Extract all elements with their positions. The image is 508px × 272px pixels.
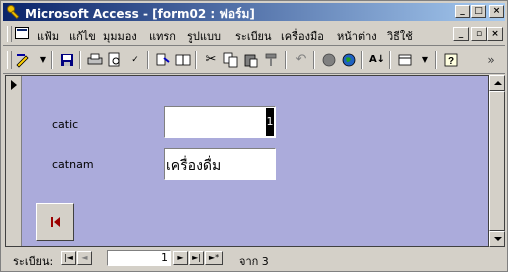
record-of-label: จาก xyxy=(239,255,259,268)
doc-close-button[interactable]: × xyxy=(487,27,503,41)
cut-icon[interactable]: ✂ xyxy=(201,50,221,70)
nav-next-button[interactable]: ► xyxy=(173,251,188,265)
menu-format[interactable]: รูปแบบ xyxy=(187,27,221,45)
menu-window[interactable]: หน้าต่าง xyxy=(337,27,377,45)
total-records: 3 xyxy=(261,255,269,268)
close-button[interactable]: × xyxy=(489,5,504,18)
doc-minimize-button[interactable]: _ xyxy=(453,27,469,41)
spelling-icon[interactable]: ✓ xyxy=(125,50,145,70)
toolbar-separator xyxy=(51,51,53,69)
toolbar-separator xyxy=(79,51,81,69)
insert-hyperlink-icon[interactable] xyxy=(153,50,173,70)
title-bar: Microsoft Access - [form02 : ฟอร์ม] _ □ … xyxy=(3,3,505,21)
first-record-icon xyxy=(51,217,53,227)
nav-first-button[interactable]: |◄ xyxy=(61,251,76,265)
form-detail: catic 1 catnam เครื่องดื่ม xyxy=(5,75,489,247)
new-object-dropdown-icon[interactable]: ▼ xyxy=(415,50,435,70)
toolbar-grip[interactable] xyxy=(7,51,12,69)
undo-icon[interactable]: ↶ xyxy=(291,50,311,70)
sort-ascending-icon[interactable]: A↓ xyxy=(367,50,387,70)
field-label-catic: catic xyxy=(52,118,79,131)
catnam-value: เครื่องดื่ม xyxy=(166,158,222,174)
print-icon[interactable] xyxy=(85,50,105,70)
minimize-button[interactable]: _ xyxy=(455,5,470,18)
web-toolbar-icon[interactable] xyxy=(339,50,359,70)
scroll-down-button[interactable] xyxy=(489,231,505,247)
copy-icon[interactable] xyxy=(221,50,241,70)
nav-last-button[interactable]: ►| xyxy=(189,251,204,265)
record-nav-label: ระเบียน: xyxy=(13,255,54,268)
scroll-up-button[interactable] xyxy=(489,75,505,91)
menu-insert[interactable]: แทรก xyxy=(149,27,176,45)
paste-icon[interactable] xyxy=(241,50,261,70)
help-icon[interactable]: ? xyxy=(441,50,461,70)
view-dropdown-icon[interactable]: ▼ xyxy=(33,50,53,70)
record-selector[interactable] xyxy=(6,76,22,246)
menu-records[interactable]: ระเบียน xyxy=(235,27,272,45)
toolbar-separator xyxy=(361,51,363,69)
toolbar-separator xyxy=(389,51,391,69)
menu-file[interactable]: แฟ้ม xyxy=(37,27,59,45)
toolbar-separator xyxy=(195,51,197,69)
current-record-icon xyxy=(11,80,17,90)
scroll-up-icon xyxy=(494,81,502,85)
window-title: Microsoft Access - [form02 : ฟอร์ม] xyxy=(25,7,255,21)
toolbar-separator xyxy=(435,51,437,69)
first-record-button[interactable] xyxy=(36,203,74,241)
maximize-button[interactable]: □ xyxy=(471,5,486,18)
catic-value: 1 xyxy=(266,108,274,136)
current-record-input[interactable]: 1 xyxy=(107,250,171,266)
menu-edit[interactable]: แก้ไข xyxy=(69,27,96,45)
toolbar-separator xyxy=(285,51,287,69)
menu-view[interactable]: มุมมอง xyxy=(103,27,137,45)
access-window: Microsoft Access - [form02 : ฟอร์ม] _ □ … xyxy=(0,0,508,272)
design-view-icon[interactable] xyxy=(13,50,33,70)
toolbar-separator xyxy=(147,51,149,69)
scroll-down-icon xyxy=(494,237,502,241)
nav-new-button[interactable]: ►* xyxy=(205,251,223,265)
access-key-icon xyxy=(7,5,20,19)
format-painter-icon[interactable] xyxy=(261,50,281,70)
toolbar-separator xyxy=(313,51,315,69)
catic-textbox[interactable]: 1 xyxy=(164,106,276,138)
vertical-scrollbar[interactable] xyxy=(489,75,505,247)
doc-restore-button[interactable]: ▫ xyxy=(471,27,487,41)
form-client-area: catic 1 catnam เครื่องดื่ม ระเบียน: |◄ ◄… xyxy=(3,75,505,269)
toolbar-more-icon[interactable]: » xyxy=(481,50,501,70)
nav-prev-button[interactable]: ◄ xyxy=(77,251,92,265)
menu-tools[interactable]: เครื่องมือ xyxy=(281,27,324,45)
new-object-icon[interactable] xyxy=(395,50,415,70)
form-document-icon[interactable] xyxy=(15,27,29,39)
form-view-toolbar: ▼ ✓ ✂ ↶ A↓ ▼ ? » xyxy=(3,47,505,74)
menu-bar: แฟ้ม แก้ไข มุมมอง แทรก รูปแบบ ระเบียน เค… xyxy=(3,23,505,46)
record-navigation-bar: ระเบียน: |◄ ◄ 1 ► ►| ►* จาก 3 xyxy=(5,249,505,268)
print-preview-icon[interactable] xyxy=(105,50,125,70)
menu-grip[interactable] xyxy=(7,26,12,42)
field-label-catnam: catnam xyxy=(52,158,94,171)
scroll-thumb[interactable] xyxy=(489,91,505,231)
save-icon[interactable] xyxy=(57,50,77,70)
book-icon[interactable] xyxy=(173,50,193,70)
menu-help[interactable]: วิธีใช้ xyxy=(387,27,413,45)
web-icon[interactable] xyxy=(319,50,339,70)
svg-text:?: ? xyxy=(448,56,454,67)
catnam-textbox[interactable]: เครื่องดื่ม xyxy=(164,148,276,180)
